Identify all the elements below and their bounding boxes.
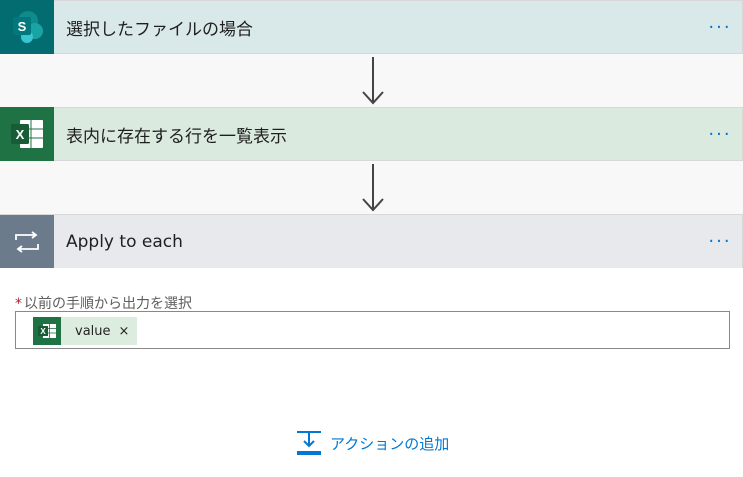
arrow-down-icon	[362, 164, 384, 212]
add-action-icon	[297, 431, 321, 455]
dynamic-content-token[interactable]: X value ×	[33, 317, 138, 345]
sharepoint-icon: S	[0, 0, 54, 54]
required-marker: *	[15, 296, 22, 312]
arrow-down-icon	[362, 57, 384, 105]
more-options-button[interactable]: ···	[700, 124, 740, 145]
apply-to-each-card[interactable]: Apply to each ···	[0, 214, 743, 269]
excel-icon: X	[0, 107, 54, 161]
svg-text:X: X	[40, 327, 46, 336]
excel-icon: X	[33, 317, 61, 345]
add-action-button[interactable]: アクションの追加	[296, 430, 449, 456]
step-title: 表内に存在する行を一覧表示	[66, 126, 287, 147]
output-select-input[interactable]: X value ×	[15, 311, 730, 349]
field-label-text: 以前の手順から出力を選択	[24, 296, 192, 312]
more-options-button[interactable]: ···	[700, 231, 740, 252]
token-remove-button[interactable]: ×	[119, 324, 130, 339]
loop-icon	[0, 214, 54, 269]
step-title: Apply to each	[66, 231, 183, 252]
field-label: * 以前の手順から出力を選択	[15, 293, 192, 313]
apply-to-each-body: * 以前の手順から出力を選択 X value × アクションの追加	[0, 268, 743, 477]
sharepoint-trigger-card[interactable]: S 選択したファイルの場合 ···	[0, 0, 743, 54]
token-label: value	[75, 323, 111, 339]
svg-text:S: S	[18, 19, 27, 34]
more-options-button[interactable]: ···	[700, 17, 740, 38]
add-action-label: アクションの追加	[330, 434, 450, 453]
step-title: 選択したファイルの場合	[66, 19, 253, 40]
excel-list-rows-card[interactable]: X 表内に存在する行を一覧表示 ···	[0, 107, 743, 161]
svg-text:X: X	[16, 127, 25, 142]
